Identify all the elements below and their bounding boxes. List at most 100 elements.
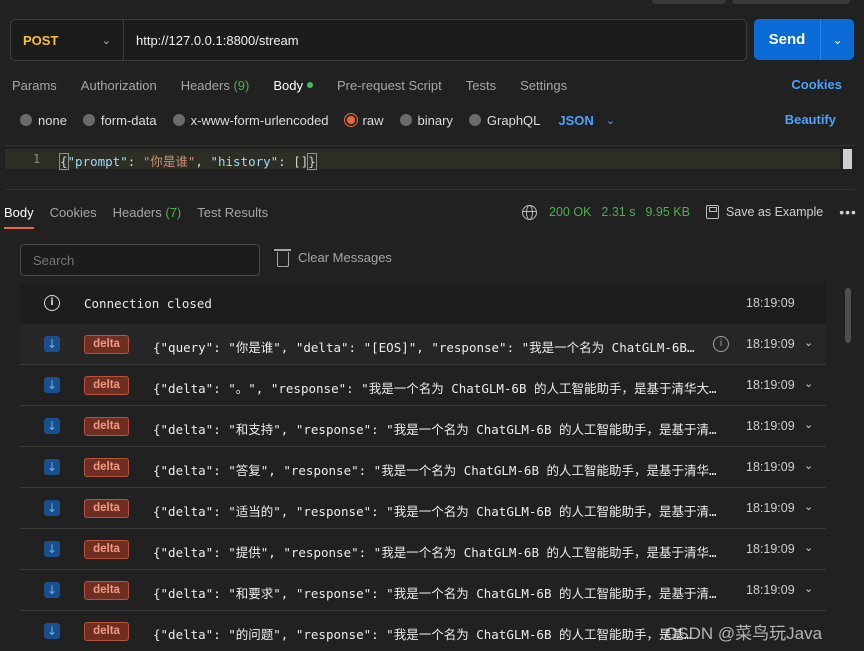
request-tabs: Params Authorization Headers (9) Body Pr… bbox=[12, 75, 591, 95]
expand-chevron-icon[interactable]: ⌄ bbox=[804, 336, 813, 349]
method-select[interactable]: POST ⌄ bbox=[11, 20, 124, 60]
save-as-example-button[interactable]: Save as Example bbox=[726, 205, 823, 219]
message-text: {"delta": "提供", "response": "我是一个名为 Chat… bbox=[153, 545, 718, 560]
json-colon: : bbox=[278, 154, 294, 169]
chevron-down-icon: ⌄ bbox=[101, 34, 111, 47]
arrow-down-icon: ↓ bbox=[44, 623, 60, 639]
event-badge: delta bbox=[84, 335, 129, 354]
editor-scrollbar[interactable] bbox=[843, 149, 852, 169]
line-number: 1 bbox=[33, 152, 41, 166]
tab-headers-label: Headers bbox=[180, 77, 230, 93]
message-text: {"query": "你是谁", "delta": "[EOS]", "resp… bbox=[153, 340, 698, 355]
message-time: 18:19:09 bbox=[746, 378, 795, 392]
arrow-down-icon: ↓ bbox=[44, 582, 60, 598]
status-code[interactable]: 200 OK bbox=[549, 205, 591, 219]
message-text: {"delta": "的问题", "response": "我是一个名为 Cha… bbox=[153, 627, 698, 642]
resp-tab-headers[interactable]: Headers (7) bbox=[113, 205, 182, 220]
resp-tab-body[interactable]: Body bbox=[4, 205, 34, 229]
globe-icon[interactable] bbox=[522, 204, 537, 220]
event-badge: delta bbox=[84, 540, 129, 559]
watermark: CSDN @菜鸟玩Java bbox=[665, 624, 823, 643]
radio-binary[interactable]: binary bbox=[399, 113, 453, 128]
info-icon[interactable]: i bbox=[713, 336, 729, 352]
message-time: 18:19:09 bbox=[746, 501, 795, 515]
message-text: {"delta": "和要求", "response": "我是一个名为 Cha… bbox=[153, 586, 718, 601]
response-time[interactable]: 2.31 s bbox=[601, 205, 635, 219]
top-strip bbox=[0, 0, 864, 6]
send-button[interactable]: Send ⌄ bbox=[754, 19, 854, 60]
message-time: 18:19:09 bbox=[746, 296, 795, 310]
radio-selected-icon bbox=[343, 113, 358, 127]
radio-graphql[interactable]: GraphQL bbox=[468, 113, 540, 128]
clear-messages-button[interactable]: Clear Messages bbox=[274, 249, 392, 267]
message-time: 18:19:09 bbox=[746, 460, 795, 474]
message-text: {"delta": "答复", "response": "我是一个名为 Chat… bbox=[153, 463, 718, 478]
send-label: Send bbox=[768, 31, 806, 48]
tab-headers-count: (9) bbox=[233, 77, 250, 93]
messages-scrollbar[interactable] bbox=[845, 288, 851, 343]
json-colon: : bbox=[127, 154, 143, 169]
tab-params[interactable]: Params bbox=[12, 78, 57, 93]
tab-body-label: Body bbox=[273, 77, 303, 93]
radio-icon bbox=[82, 114, 95, 126]
arrow-down-icon: ↓ bbox=[44, 541, 60, 557]
arrow-down-icon: ↓ bbox=[44, 418, 60, 434]
expand-chevron-icon[interactable]: ⌄ bbox=[804, 377, 813, 390]
tab-settings[interactable]: Settings bbox=[520, 78, 567, 93]
arrow-down-icon: ↓ bbox=[44, 459, 60, 475]
event-badge: delta bbox=[84, 376, 129, 395]
more-options-icon[interactable]: ••• bbox=[839, 204, 857, 220]
message-row[interactable]: ↓ delta {"delta": "答复", "response": "我是一… bbox=[20, 447, 826, 488]
expand-chevron-icon[interactable]: ⌄ bbox=[804, 541, 813, 554]
radio-icon bbox=[468, 114, 481, 126]
method-label: POST bbox=[23, 32, 59, 48]
resp-tab-cookies[interactable]: Cookies bbox=[50, 205, 97, 220]
send-options-chevron-icon[interactable]: ⌄ bbox=[821, 33, 854, 47]
save-icon[interactable] bbox=[705, 205, 719, 219]
message-row[interactable]: ↓ delta {"delta": "和支持", "response": "我是… bbox=[20, 406, 826, 447]
connection-row[interactable]: i Connection closed 18:19:09 bbox=[20, 283, 826, 324]
trash-icon bbox=[274, 249, 291, 267]
cookies-link[interactable]: Cookies bbox=[791, 77, 842, 92]
message-row[interactable]: ↓ delta {"delta": "提供", "response": "我是一… bbox=[20, 529, 826, 570]
expand-chevron-icon[interactable]: ⌄ bbox=[804, 418, 813, 431]
tab-tests[interactable]: Tests bbox=[466, 78, 496, 93]
message-time: 18:19:09 bbox=[746, 542, 795, 556]
radio-form-data[interactable]: form-data bbox=[82, 112, 157, 128]
beautify-link[interactable]: Beautify bbox=[785, 112, 836, 127]
tab-authorization[interactable]: Authorization bbox=[81, 78, 157, 93]
url-input[interactable] bbox=[124, 32, 746, 48]
arrow-down-icon: ↓ bbox=[44, 336, 60, 352]
tab-headers[interactable]: Headers (9) bbox=[181, 78, 250, 93]
tab-body[interactable]: Body bbox=[273, 78, 313, 93]
response-size[interactable]: 9.95 KB bbox=[645, 205, 689, 219]
top-tab-fragment bbox=[652, 0, 726, 4]
search-input[interactable] bbox=[20, 244, 260, 276]
message-row[interactable]: ↓ delta {"delta": "和要求", "response": "我是… bbox=[20, 570, 826, 611]
tab-prerequest-script[interactable]: Pre-request Script bbox=[337, 78, 442, 93]
resp-tab-test-results[interactable]: Test Results bbox=[197, 205, 268, 220]
chevron-down-icon[interactable]: ⌄ bbox=[606, 114, 615, 127]
arrow-down-icon: ↓ bbox=[44, 377, 60, 393]
message-row[interactable]: ↓ delta {"delta": "。", "response": "我是一个… bbox=[20, 365, 826, 406]
radio-form-data-label: form-data bbox=[100, 112, 157, 128]
body-editor[interactable]: 1 {"prompt": "你是谁", "history": []} bbox=[5, 145, 855, 190]
expand-chevron-icon[interactable]: ⌄ bbox=[804, 500, 813, 513]
radio-none[interactable]: none bbox=[20, 113, 67, 128]
event-badge: delta bbox=[84, 458, 129, 477]
url-bar: POST ⌄ bbox=[10, 19, 747, 61]
message-time: 18:19:09 bbox=[746, 419, 795, 433]
json-array: [] bbox=[293, 154, 309, 169]
brace-open: { bbox=[59, 153, 69, 170]
radio-raw[interactable]: raw bbox=[343, 113, 384, 128]
connection-status: Connection closed bbox=[84, 296, 212, 311]
message-row[interactable]: ↓ delta {"query": "你是谁", "delta": "[EOS]… bbox=[20, 324, 826, 365]
radio-urlencoded[interactable]: x-www-form-urlencoded bbox=[172, 113, 329, 128]
json-comma: , bbox=[195, 154, 211, 169]
code-line[interactable]: {"prompt": "你是谁", "history": []} bbox=[59, 151, 317, 170]
message-text: {"delta": "。", "response": "我是一个名为 ChatG… bbox=[153, 381, 718, 396]
format-select[interactable]: JSON bbox=[558, 113, 593, 128]
expand-chevron-icon[interactable]: ⌄ bbox=[804, 459, 813, 472]
message-row[interactable]: ↓ delta {"delta": "适当的", "response": "我是… bbox=[20, 488, 826, 529]
expand-chevron-icon[interactable]: ⌄ bbox=[804, 582, 813, 595]
